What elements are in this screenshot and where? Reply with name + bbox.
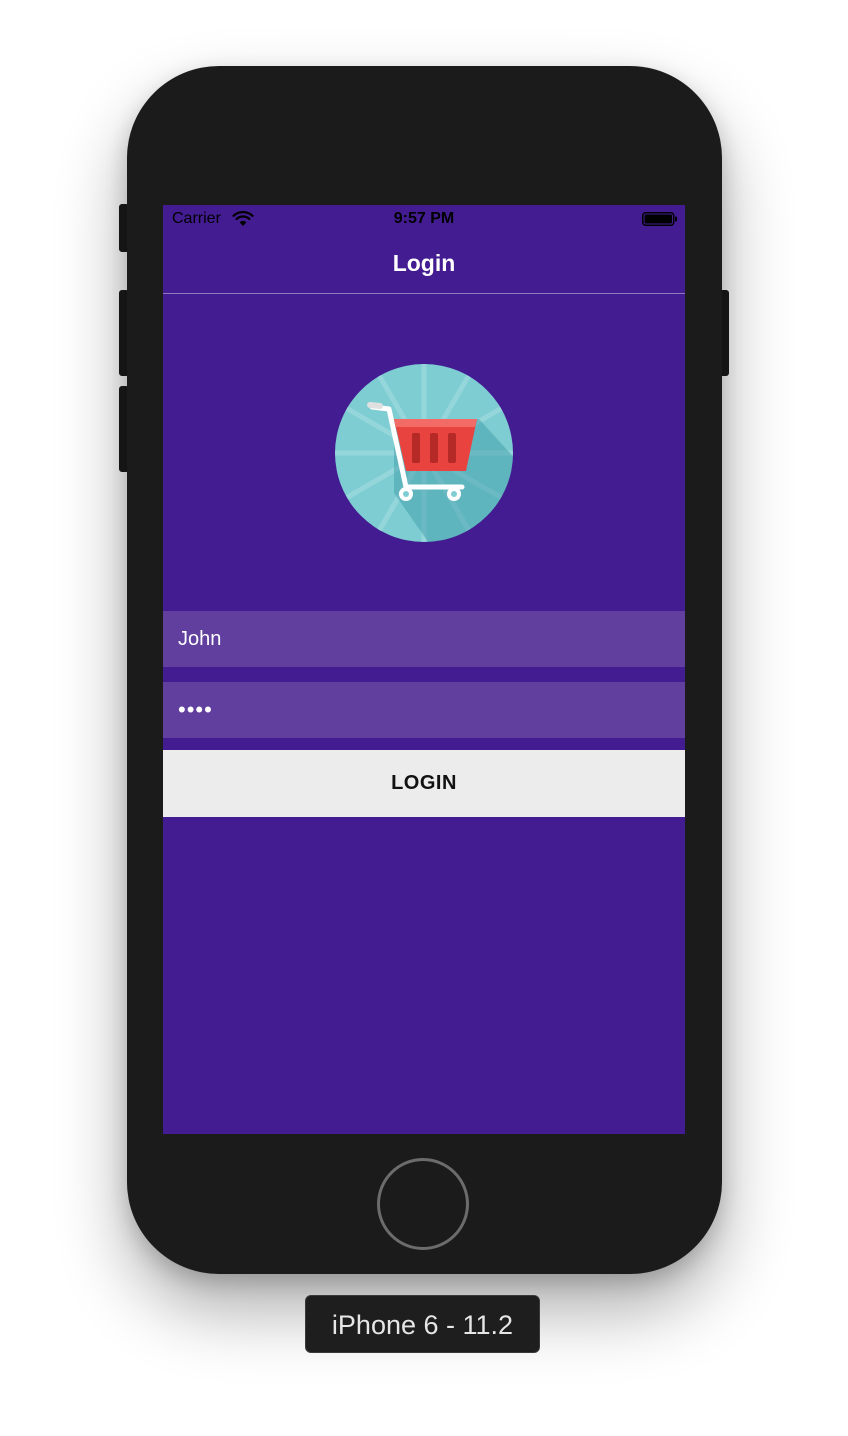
page-title: Login <box>392 250 456 276</box>
status-bar: Carrier 9:57 PM <box>163 205 685 233</box>
simulator-stage: Carrier 9:57 PM Login John •••• LOGIN iP… <box>0 0 848 1436</box>
status-time: 9:57 PM <box>393 210 455 227</box>
app-screen: Carrier 9:57 PM Login John •••• LOGIN <box>163 205 685 1134</box>
battery-full-icon <box>642 212 677 226</box>
navigation-bar: Login <box>163 233 685 294</box>
device-label: iPhone 6 - 11.2 <box>305 1295 540 1353</box>
home-button[interactable] <box>377 1158 469 1250</box>
username-field[interactable]: John <box>163 611 685 667</box>
login-button[interactable]: LOGIN <box>163 750 685 817</box>
shopping-cart-icon <box>335 364 513 542</box>
password-field[interactable]: •••• <box>163 682 685 738</box>
